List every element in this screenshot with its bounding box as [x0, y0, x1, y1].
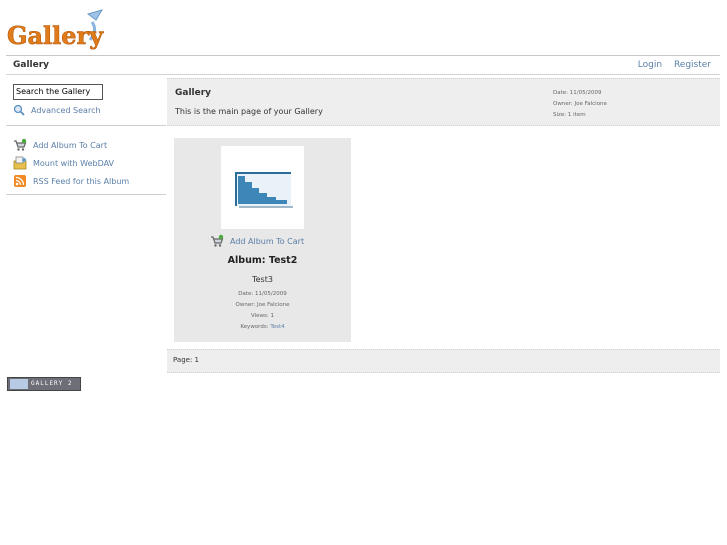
advanced-search-link[interactable]: Advanced Search — [13, 104, 101, 116]
search-input[interactable] — [13, 84, 103, 100]
pager-text: Page: 1 — [173, 356, 199, 364]
album-card-date: Date: 11/05/2009 — [238, 291, 287, 297]
header-divider — [6, 74, 720, 75]
sidebar-actions: Add Album To Cart Mount with WebDAV RSS … — [13, 136, 129, 190]
badge-text: GALLERY 2 — [31, 380, 73, 387]
gallery2-badge[interactable]: GALLERY 2 — [7, 377, 81, 391]
album-add-to-cart[interactable]: Add Album To Cart — [210, 234, 304, 248]
page-title: Gallery — [13, 60, 50, 70]
album-card-meta: Date: 11/05/2009 Owner: Joe Falcione Vie… — [174, 289, 351, 333]
badge-icon — [10, 379, 28, 389]
album-thumbnail[interactable] — [221, 146, 304, 229]
album-card-owner: Owner: Joe Falcione — [235, 302, 290, 308]
album-owner: Owner: Joe Falcione — [553, 101, 607, 107]
album-thumbnail-icon — [235, 172, 293, 208]
advanced-search-label[interactable]: Advanced Search — [31, 106, 101, 115]
gallery-logo[interactable]: Gallery — [6, 8, 106, 54]
album-add-to-cart-label[interactable]: Add Album To Cart — [230, 237, 304, 246]
sidebar-item-rss[interactable]: RSS Feed for this Album — [13, 172, 129, 190]
register-link[interactable]: Register — [674, 60, 711, 70]
sidebar-divider — [6, 194, 166, 195]
cart-icon — [14, 138, 27, 151]
rss-icon — [14, 175, 26, 187]
album-card-views: Views: 1 — [250, 313, 275, 319]
album-card-title[interactable]: Album: Test2 — [174, 255, 351, 266]
top-divider — [6, 55, 720, 56]
pager: Page: 1 — [167, 349, 720, 373]
sidebar-item-add-to-cart[interactable]: Add Album To Cart — [13, 136, 129, 154]
sidebar-item-label[interactable]: Add Album To Cart — [33, 141, 107, 150]
keywords-label: Keywords: — [240, 324, 269, 330]
pager-current: 1 — [194, 356, 200, 364]
keyword-link[interactable]: Test4 — [270, 324, 284, 330]
album-header: Gallery This is the main page of your Ga… — [167, 78, 720, 126]
cart-icon — [211, 234, 224, 247]
album-title: Gallery — [175, 88, 212, 98]
pager-label: Page: — [173, 356, 193, 364]
magnifier-icon — [13, 104, 25, 116]
album-date: Date: 11/05/2009 — [553, 90, 602, 96]
auth-links: Login Register — [629, 60, 711, 70]
sidebar-divider — [6, 125, 166, 126]
album-info: Date: 11/05/2009 Owner: Joe Falcione Siz… — [553, 88, 607, 121]
login-link[interactable]: Login — [638, 60, 662, 70]
album-size: Size: 1 item — [553, 112, 586, 118]
album-card: Add Album To Cart Album: Test2 Test3 Dat… — [174, 138, 351, 342]
album-card-keywords: Keywords: Test4 — [174, 322, 351, 333]
sidebar-item-label[interactable]: Mount with WebDAV — [33, 159, 114, 168]
sidebar-item-webdav[interactable]: Mount with WebDAV — [13, 154, 129, 172]
album-card-description: Test3 — [252, 275, 273, 284]
webdav-icon — [13, 156, 27, 170]
sidebar-item-label[interactable]: RSS Feed for this Album — [33, 177, 129, 186]
album-description: This is the main page of your Gallery — [175, 107, 323, 116]
logo-text: Gallery — [7, 21, 104, 50]
